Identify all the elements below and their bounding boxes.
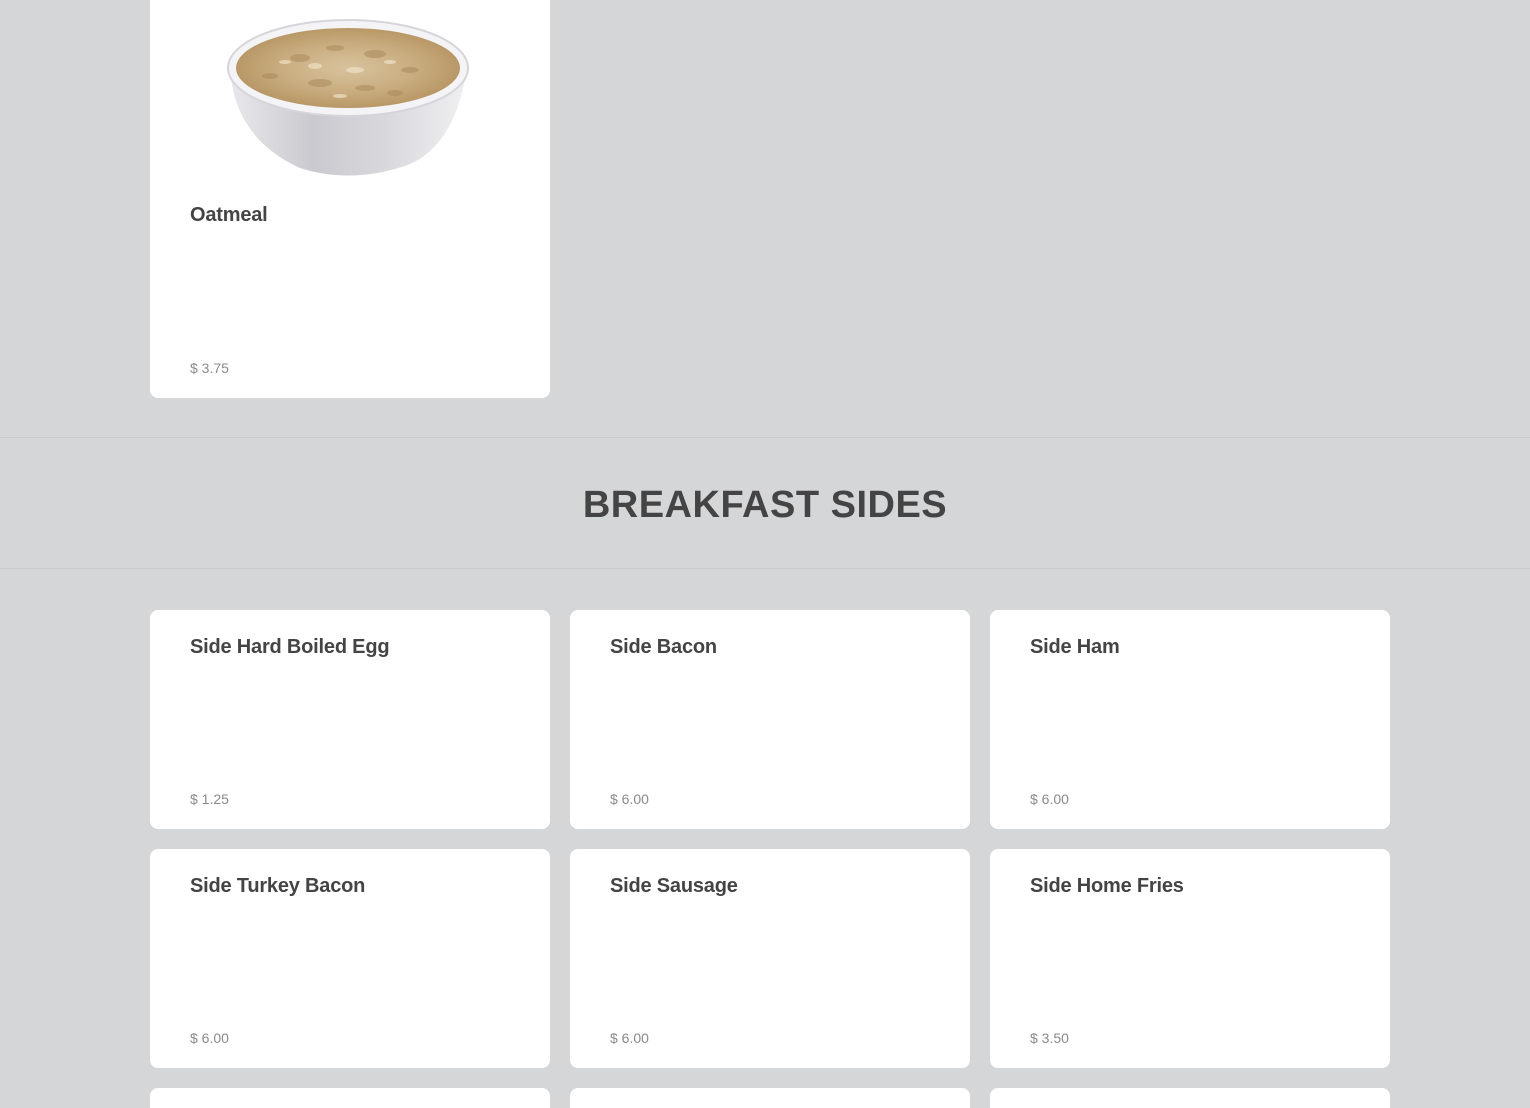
oatmeal-photo bbox=[150, 0, 550, 178]
menu-item-card-side-ham[interactable]: Side Ham $ 6.00 bbox=[990, 610, 1390, 829]
menu-item-price: $ 6.00 bbox=[610, 1030, 649, 1046]
menu-item-price: $ 6.00 bbox=[610, 791, 649, 807]
menu-item-name: Oatmeal bbox=[190, 204, 268, 226]
menu-item-card-partial[interactable] bbox=[990, 1088, 1390, 1108]
menu-item-price: $ 1.25 bbox=[190, 791, 229, 807]
menu-item-card-side-sausage[interactable]: Side Sausage $ 6.00 bbox=[570, 849, 970, 1068]
menu-item-name: Side Turkey Bacon bbox=[190, 875, 366, 897]
menu-item-name: Side Hard Boiled Egg bbox=[190, 636, 390, 658]
menu-item-name: Side Home Fries bbox=[1030, 875, 1184, 897]
menu-item-card-oatmeal[interactable]: Oatmeal $ 3.75 bbox=[150, 0, 550, 398]
menu-item-price: $ 6.00 bbox=[190, 1030, 229, 1046]
menu-item-price: $ 3.50 bbox=[1030, 1030, 1069, 1046]
menu-item-price: $ 3.75 bbox=[190, 360, 229, 376]
menu-item-price: $ 6.00 bbox=[1030, 791, 1069, 807]
menu-item-card-side-home-fries[interactable]: Side Home Fries $ 3.50 bbox=[990, 849, 1390, 1068]
menu-item-name: Side Bacon bbox=[610, 636, 717, 658]
section-title: BREAKFAST SIDES bbox=[582, 484, 948, 526]
menu-item-card-partial[interactable] bbox=[570, 1088, 970, 1108]
menu-item-card-partial[interactable] bbox=[150, 1088, 550, 1108]
menu-item-name: Side Sausage bbox=[610, 875, 738, 897]
menu-item-name: Side Ham bbox=[1030, 636, 1120, 658]
menu-item-card-side-turkey-bacon[interactable]: Side Turkey Bacon $ 6.00 bbox=[150, 849, 550, 1068]
section-header-breakfast-sides: BREAKFAST SIDES bbox=[0, 437, 1530, 569]
menu-item-card-side-bacon[interactable]: Side Bacon $ 6.00 bbox=[570, 610, 970, 829]
menu-item-card-side-hard-boiled-egg[interactable]: Side Hard Boiled Egg $ 1.25 bbox=[150, 610, 550, 829]
